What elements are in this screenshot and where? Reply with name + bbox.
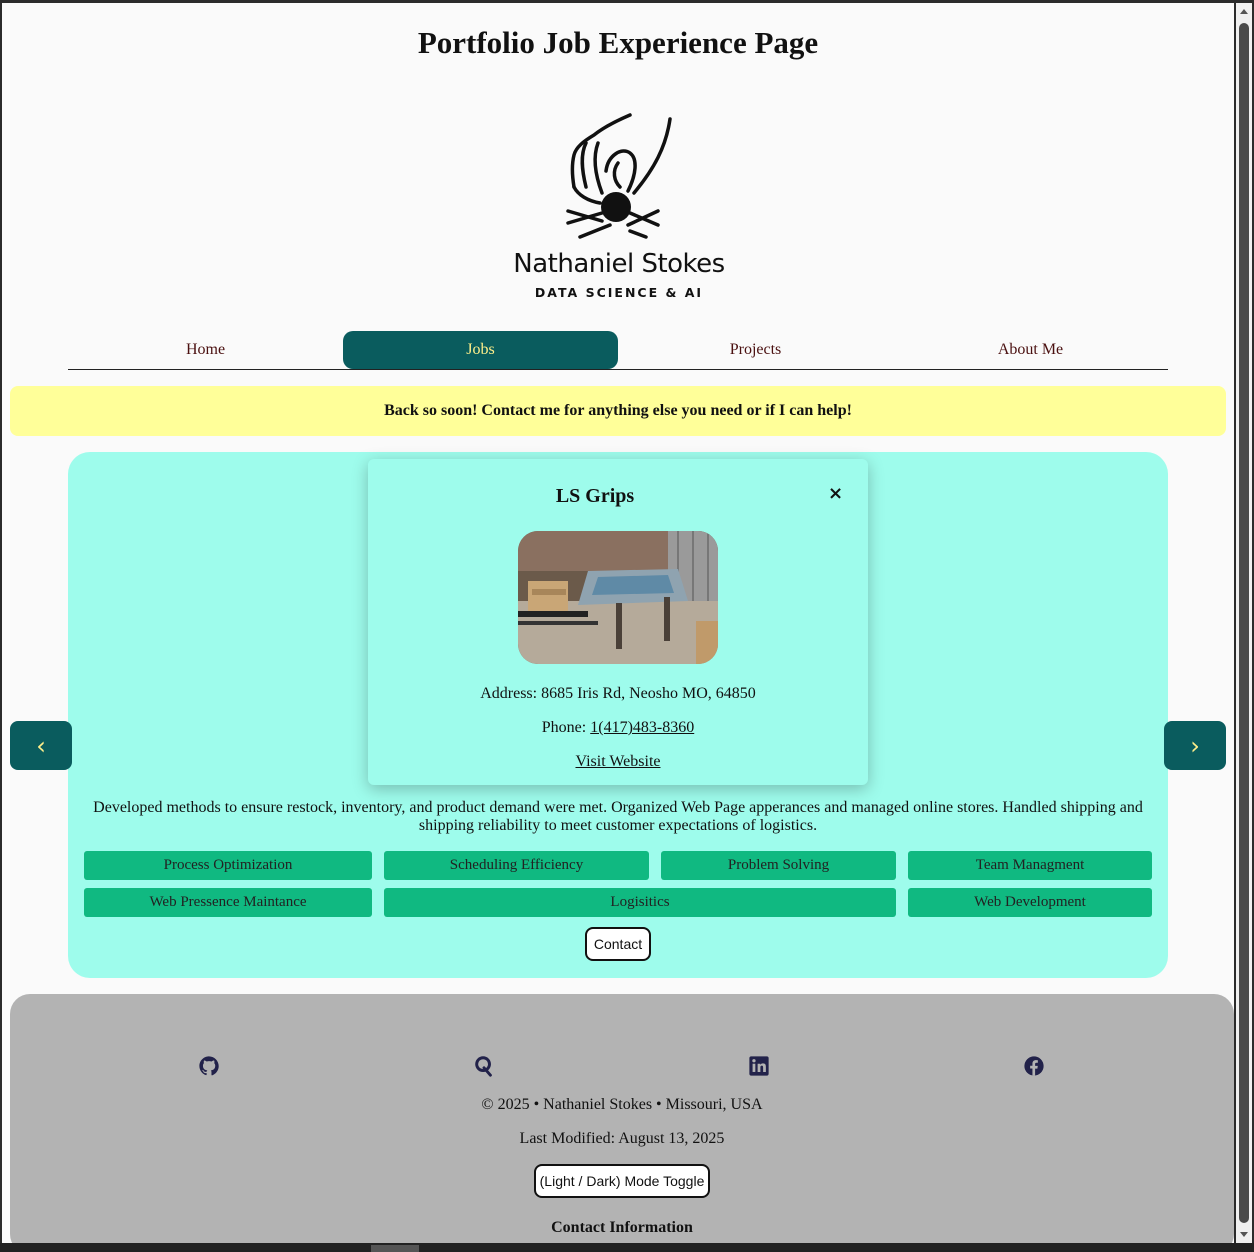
address-label: Address: <box>480 685 542 702</box>
skill-tag: Logisitics <box>384 888 896 917</box>
nav-item-home[interactable]: Home <box>68 331 343 369</box>
phone-link[interactable]: 1(417)483-8360 <box>590 719 694 736</box>
scrollbar-thumb[interactable] <box>1239 23 1249 1223</box>
scroll-down-icon[interactable] <box>1240 1232 1248 1237</box>
skill-tag: Problem Solving <box>661 851 896 880</box>
carousel-next-button[interactable]: › <box>1164 721 1226 770</box>
close-icon[interactable]: × <box>828 483 843 504</box>
address-value: 8685 Iris Rd, Neosho MO, 64850 <box>541 685 756 702</box>
linkedin-icon[interactable] <box>748 1055 770 1077</box>
contact-information-heading: Contact Information <box>551 1219 693 1236</box>
logo-subtitle: DATA SCIENCE & AI <box>534 285 704 300</box>
visit-website-link[interactable]: Visit Website <box>575 753 660 770</box>
facebook-icon[interactable] <box>1023 1055 1045 1077</box>
nav-item-about-me[interactable]: About Me <box>893 331 1168 369</box>
skill-tag: Web Development <box>908 888 1152 917</box>
nav-item-projects[interactable]: Projects <box>618 331 893 369</box>
scroll-up-icon[interactable] <box>1240 9 1248 14</box>
welcome-banner: Back so soon! Contact me for anything el… <box>10 386 1226 436</box>
contact-button[interactable]: Contact <box>585 927 651 961</box>
horizontal-scrollbar-thumb[interactable] <box>371 1245 419 1252</box>
site-footer <box>10 994 1234 1243</box>
github-icon[interactable] <box>198 1055 220 1077</box>
carousel-prev-button[interactable]: ‹ <box>10 721 72 770</box>
job-popup: LS Grips × Address: 8685 Iris Rd, Neosho… <box>368 459 868 785</box>
skill-tag: Web Pressence Maintance <box>84 888 372 917</box>
quora-icon[interactable] <box>473 1055 495 1077</box>
popup-title: LS Grips <box>555 485 635 507</box>
hand-ball-logo-icon <box>566 113 672 239</box>
horizontal-scrollbar[interactable] <box>0 1243 1254 1252</box>
skill-tag: Process Optimization <box>84 851 372 880</box>
workshop-photo <box>518 531 718 664</box>
vertical-scrollbar[interactable] <box>1236 3 1252 1243</box>
site-logo[interactable]: Nathaniel Stokes DATA SCIENCE & AI <box>506 107 732 307</box>
job-description: Developed methods to ensure restock, inv… <box>93 799 1143 834</box>
main-nav: Home Jobs Projects About Me <box>68 331 1168 370</box>
popup-phone: Phone: 1(417)483-8360 <box>368 719 868 737</box>
page-title: Portfolio Job Experience Page <box>417 25 819 60</box>
nav-item-jobs[interactable]: Jobs <box>343 331 618 369</box>
phone-label: Phone: <box>541 719 591 736</box>
footer-last-modified: Last Modified: August 13, 2025 <box>519 1130 725 1147</box>
skill-tag: Team Managment <box>908 851 1152 880</box>
footer-copyright: © 2025 • Nathaniel Stokes • Missouri, US… <box>481 1096 763 1113</box>
popup-website: Visit Website <box>368 753 868 771</box>
mode-toggle-button[interactable]: (Light / Dark) Mode Toggle <box>534 1164 710 1198</box>
skill-tag: Scheduling Efficiency <box>384 851 649 880</box>
logo-name: Nathaniel Stokes <box>513 249 725 279</box>
popup-address: Address: 8685 Iris Rd, Neosho MO, 64850 <box>368 685 868 703</box>
browser-viewport: Portfolio Job Experience Page Nathaniel … <box>2 3 1234 1243</box>
